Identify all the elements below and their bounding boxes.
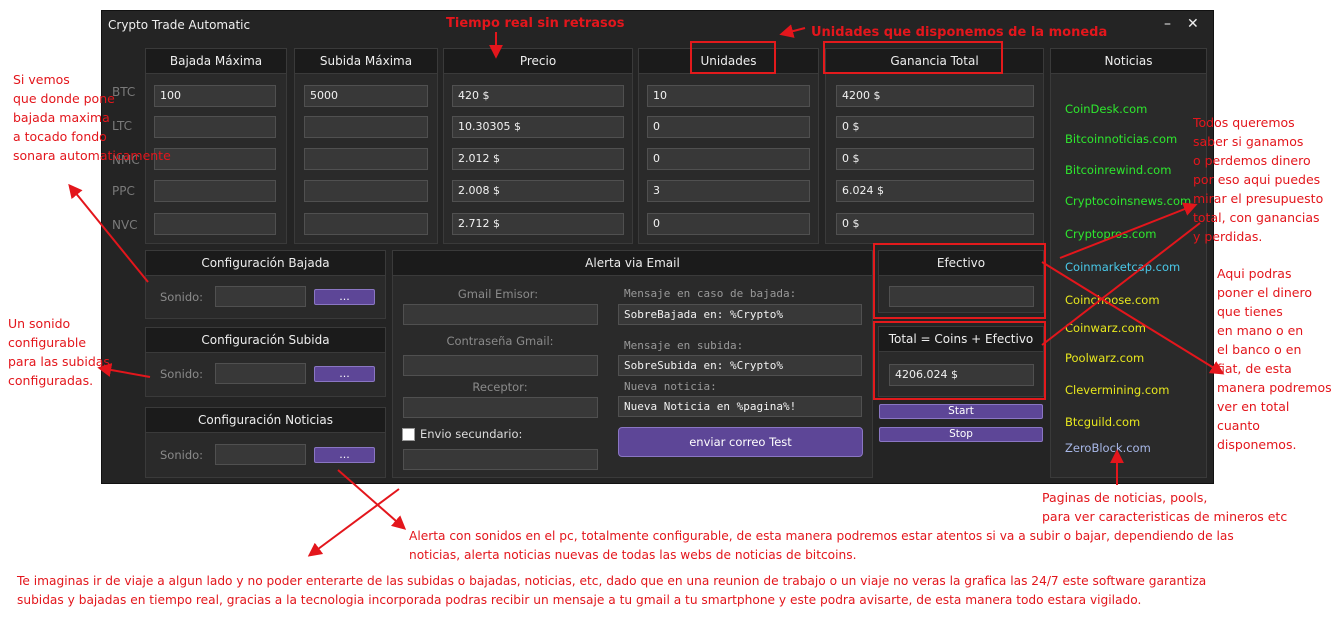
arrow-bajada-maxima [68,183,149,283]
annotation-sonido-subidas: Un sonido configurable para las subidas … [8,316,110,388]
arrow-alerta-2 [307,488,400,557]
annotation-unidades-moneda: Unidades que disponemos de la moneda [811,25,1108,40]
annotation-dinero-fiat: Aqui podras poner el dinero que tienes e… [1217,266,1332,452]
arrow-ganamos [1059,202,1198,259]
arrow-alerta-1 [337,469,407,530]
arrow-dinero-fiat [1041,261,1225,375]
annotation-viaje: Te imaginas ir de viaje a algun lado y n… [17,574,1207,607]
annotation-bajada-maxima: Si vemos que donde pone bajada maxima a … [13,72,171,163]
annotation-paginas: Paginas de noticias, pools, para ver car… [1042,490,1288,524]
arrow-unidades [779,24,806,38]
annotation-ganamos: Todos queremos saber si ganamos o perdem… [1193,115,1324,244]
arrow-ganamos-line2 [1041,222,1201,346]
annotation-alerta: Alerta con sonidos en el pc, totalmente … [409,529,1234,562]
annotation-tiempo-real: Tiempo real sin retrasos [446,16,625,31]
